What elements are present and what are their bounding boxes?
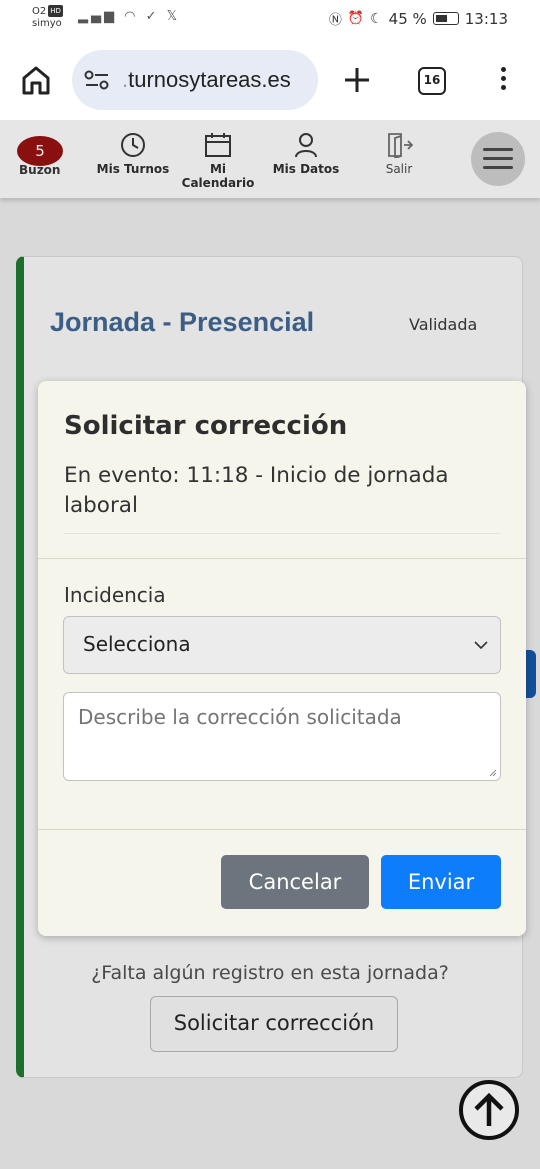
app-navbar: 5 Buzon Mis Turnos Mi Calendario Mis Dat… [0, 120, 540, 198]
send-button[interactable]: Enviar [381, 855, 501, 909]
clock: 13:13 [464, 9, 508, 28]
signal-icon: ▂▄▆ [78, 9, 117, 24]
divider [38, 829, 526, 830]
hd-badge: HD [48, 5, 63, 17]
nav-salir-label: Salir [385, 162, 413, 176]
wifi-icon: ◠ [124, 9, 139, 24]
url-domain: turnosytareas.es [128, 67, 291, 92]
more-menu-icon[interactable] [494, 64, 512, 96]
nav-mis-turnos-label: Mis Turnos [96, 162, 170, 176]
correction-description-textarea[interactable]: Describe la corrección solicitada [63, 692, 501, 781]
nav-mi-calendario-label: Mi Calendario [181, 162, 255, 190]
check-icon: ✓ [145, 9, 160, 24]
scroll-to-top-button[interactable] [459, 1080, 519, 1140]
jornada-status: Validada [409, 315, 478, 334]
alarm-icon: ⏰ [347, 11, 365, 26]
calendar-icon [205, 133, 231, 157]
clock-icon [121, 133, 145, 157]
new-tab-button[interactable] [341, 62, 373, 98]
home-icon [22, 66, 50, 95]
address-bar[interactable]: .turnosytareas.es [72, 50, 318, 110]
notification-icons: ▂▄▆ ◠ ✓ 𝕏 [78, 9, 180, 24]
resize-handle-icon[interactable] [489, 769, 497, 777]
hamburger-menu-icon[interactable] [471, 132, 525, 186]
nav-salir[interactable]: Salir [372, 132, 426, 176]
browser-toolbar: .turnosytareas.es 16 [0, 40, 540, 120]
cancel-button[interactable]: Cancelar [221, 855, 369, 909]
battery-percent: 45 % [388, 9, 427, 28]
carrier-info: O2 HD simyo [32, 5, 63, 30]
missing-record-question: ¿Falta algún registro en esta jornada? [91, 962, 449, 984]
nfc-icon: Ⓝ [328, 13, 342, 28]
url-text[interactable]: .turnosytareas.es [122, 67, 291, 93]
nav-mis-datos-label: Mis Datos [272, 162, 340, 176]
modal-event-text: En evento: 11:18 - Inicio de jornada lab… [64, 463, 449, 518]
arrow-up-icon [474, 1092, 504, 1126]
jornada-title: Jornada - Presencial [50, 307, 315, 337]
chevron-down-icon [474, 641, 488, 650]
divider [38, 558, 526, 559]
logout-icon [388, 133, 413, 158]
unread-badge: 5 [17, 136, 63, 166]
nav-mis-turnos[interactable]: Mis Turnos [94, 132, 172, 176]
select-value: Selecciona [83, 632, 191, 656]
plus-icon [345, 68, 369, 92]
nav-mis-datos[interactable]: Mis Datos [268, 132, 344, 176]
modal-title: Solicitar corrección [64, 411, 348, 441]
nav-mi-calendario[interactable]: Mi Calendario [173, 132, 263, 190]
site-settings-icon[interactable] [84, 68, 110, 92]
carrier-secondary: simyo [32, 18, 62, 29]
battery-icon [432, 12, 459, 25]
status-bar: O2 HD simyo ▂▄▆ ◠ ✓ 𝕏 Ⓝ ⏰ ☾ 45 % 13:13 [0, 0, 540, 40]
home-button[interactable] [18, 62, 54, 98]
user-icon [295, 133, 317, 158]
moon-icon: ☾ [370, 10, 383, 27]
nav-buzon-label: Buzon [19, 163, 61, 177]
textarea-placeholder: Describe la corrección solicitada [78, 705, 402, 729]
incidencia-select[interactable]: Selecciona [63, 616, 501, 674]
carrier-name: O2 [32, 6, 47, 17]
incidencia-label: Incidencia [64, 583, 166, 607]
system-status: Ⓝ ⏰ ☾ 45 % 13:13 [328, 9, 508, 29]
tab-switcher-button[interactable]: 16 [418, 67, 446, 95]
request-correction-button[interactable]: Solicitar corrección [150, 996, 398, 1052]
x-icon: 𝕏 [166, 9, 181, 24]
divider [64, 533, 500, 534]
correction-modal: Solicitar corrección En evento: 11:18 - … [38, 381, 526, 936]
